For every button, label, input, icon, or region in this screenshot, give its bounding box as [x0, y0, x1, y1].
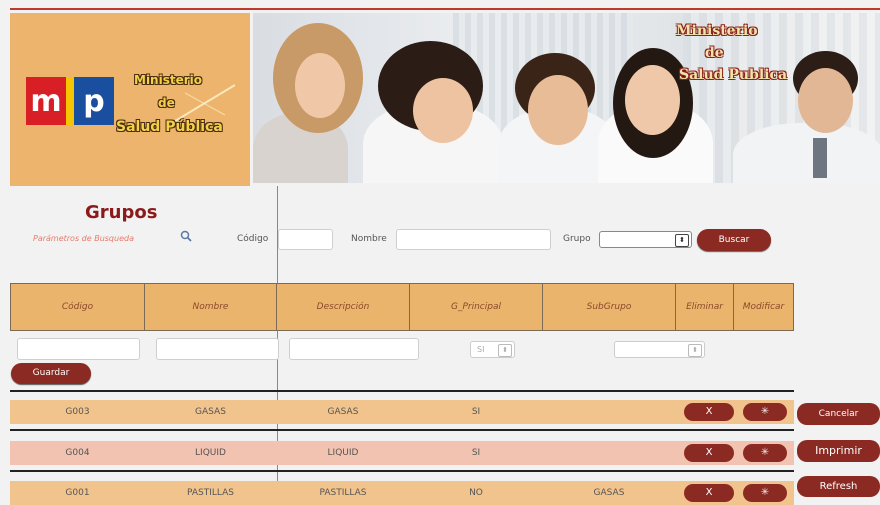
table-row: G004 LIQUID LIQUID SI X ✳	[10, 441, 794, 465]
person-5-face	[798, 68, 853, 133]
cell-g-principal: SI	[471, 448, 481, 458]
person-5	[733, 123, 880, 183]
cell-codigo: G003	[65, 407, 90, 417]
codigo-input[interactable]	[278, 229, 333, 250]
cell-descripcion: GASAS	[327, 407, 359, 417]
edit-button[interactable]: ✳	[743, 444, 787, 462]
search-params-label: Parámetros de Busqueda	[33, 234, 134, 243]
top-border	[10, 8, 880, 10]
cell-subgrupo	[542, 441, 676, 465]
row-separator	[10, 390, 794, 392]
person-1-face	[295, 53, 345, 118]
person-4-face	[625, 65, 680, 135]
row-separator	[10, 470, 794, 472]
delete-button[interactable]: X	[684, 444, 734, 462]
select-arrows-icon: ⬍	[688, 344, 702, 357]
nombre-input[interactable]	[396, 229, 551, 250]
cell-g-principal: NO	[469, 488, 483, 498]
select-arrows-icon: ⬍	[675, 234, 689, 247]
spinner-icon: ✳	[760, 447, 770, 458]
table-row: G003 GASAS GASAS SI X ✳	[10, 400, 794, 424]
buscar-button[interactable]: Buscar	[697, 229, 771, 251]
cell-codigo: G004	[65, 448, 90, 458]
column-header-g-principal[interactable]: G_Principal	[409, 283, 543, 331]
new-nombre-input[interactable]	[156, 338, 279, 360]
table-row: G001 PASTILLAS PASTILLAS NO GASAS X ✳	[10, 481, 794, 505]
cell-subgrupo: GASAS	[593, 488, 625, 498]
column-header-nombre[interactable]: Nombre	[144, 283, 277, 331]
column-header-eliminar[interactable]: Eliminar	[675, 283, 734, 331]
imprimir-button[interactable]: Imprimir	[797, 440, 880, 462]
logo-title-line2: de	[158, 96, 175, 110]
sparkle-icon	[175, 84, 235, 122]
logo-divider	[66, 77, 74, 125]
delete-button[interactable]: X	[684, 403, 734, 421]
logo-panel: m p Ministerio de Salud Pública	[10, 13, 250, 186]
refresh-button[interactable]: Refresh	[797, 476, 880, 497]
logo-letter-p: p	[74, 77, 114, 125]
cell-nombre: LIQUID	[195, 448, 226, 458]
cell-nombre: PASTILLAS	[187, 488, 234, 498]
row-separator	[10, 429, 794, 431]
banner-title-line1: Ministerio	[676, 23, 758, 39]
banner-title-line2: de	[705, 45, 724, 61]
codigo-label: Código	[237, 234, 269, 244]
column-header-codigo[interactable]: Código	[10, 283, 145, 331]
edit-button[interactable]: ✳	[743, 403, 787, 421]
cell-nombre: GASAS	[195, 407, 226, 417]
new-codigo-input[interactable]	[17, 338, 140, 360]
delete-button[interactable]: X	[684, 484, 734, 502]
cell-codigo: G001	[65, 488, 90, 498]
column-header-descripcion[interactable]: Descripción	[276, 283, 410, 331]
column-header-modificar[interactable]: Modificar	[733, 283, 794, 331]
edit-button[interactable]: ✳	[743, 484, 787, 502]
grupo-label: Grupo	[563, 234, 591, 244]
cancelar-button[interactable]: Cancelar	[797, 403, 880, 425]
cell-descripcion: PASTILLAS	[319, 488, 367, 498]
spinner-icon: ✳	[760, 406, 770, 417]
column-header-subgrupo[interactable]: SubGrupo	[542, 283, 676, 331]
search-icon[interactable]	[180, 230, 192, 242]
nombre-label: Nombre	[351, 234, 387, 244]
g-principal-select-value: SI	[477, 345, 485, 354]
spinner-icon: ✳	[760, 487, 770, 498]
cell-descripcion: LIQUID	[327, 448, 359, 458]
cell-subgrupo	[542, 400, 676, 424]
person-5-tie	[813, 138, 827, 178]
select-arrows-icon: ⬍	[498, 344, 512, 357]
cell-g-principal: SI	[471, 407, 481, 417]
header-banner-photo: Ministerio de Salud Publica	[253, 13, 880, 183]
new-subgrupo-select[interactable]: ⬍	[614, 341, 705, 358]
page-title: Grupos	[85, 202, 158, 223]
banner-title-line3: Salud Publica	[679, 67, 788, 83]
logo-letter-m: m	[26, 77, 66, 125]
person-3-face	[528, 75, 588, 145]
grupo-select[interactable]: ⬍	[599, 231, 692, 248]
guardar-button[interactable]: Guardar	[11, 363, 91, 384]
msp-logo: m p	[26, 77, 114, 125]
new-descripcion-input[interactable]	[289, 338, 419, 360]
new-g-principal-select[interactable]: SI ⬍	[470, 341, 515, 358]
person-2-face	[413, 78, 473, 143]
